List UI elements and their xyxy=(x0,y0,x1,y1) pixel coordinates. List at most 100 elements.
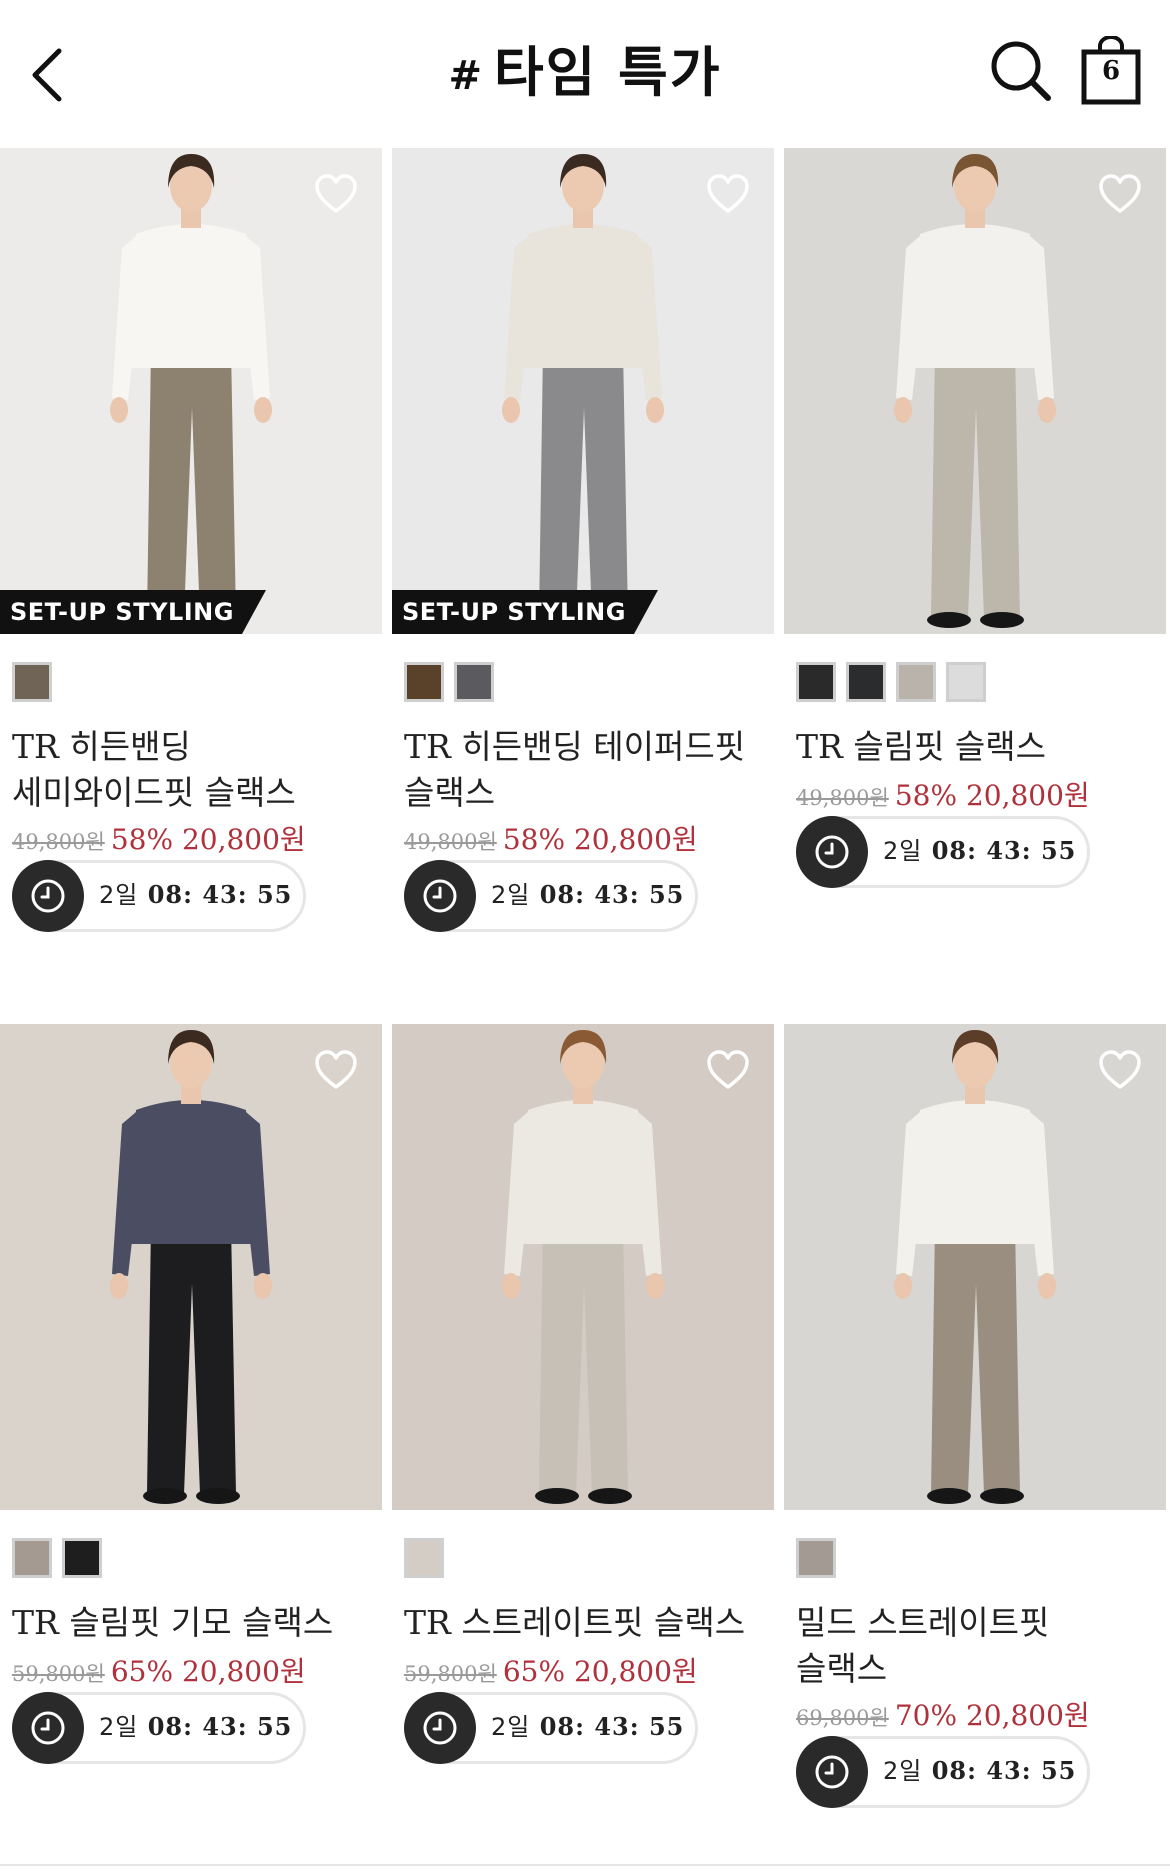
model-photo xyxy=(392,148,774,634)
heart-icon[interactable] xyxy=(706,1050,750,1090)
product-card[interactable]: SET-UP STYLING TR 히든밴딩 세미와이드핏 슬랙스 49,800원… xyxy=(0,148,382,932)
model-photo xyxy=(784,1024,1166,1510)
color-swatches xyxy=(12,662,52,702)
timer-days: 2일 xyxy=(99,1713,139,1741)
name-line-1: 히든밴딩 테이퍼드핏 xyxy=(450,727,746,766)
original-price: 49,800원 xyxy=(12,830,105,854)
product-name[interactable]: TR 슬림핏 슬랙스 xyxy=(796,724,1166,770)
color-swatch[interactable] xyxy=(12,662,52,702)
price-row: 49,800원 58% 20,800원 xyxy=(404,818,698,858)
clock-icon xyxy=(796,816,868,888)
color-swatch[interactable] xyxy=(796,662,836,702)
badge-label: SET-UP STYLING xyxy=(392,590,634,634)
name-prefix: TR xyxy=(404,1603,451,1642)
color-swatches xyxy=(796,1538,836,1578)
color-swatches xyxy=(796,662,986,702)
name-line-2: 슬랙스 xyxy=(404,773,496,812)
countdown-timer: 2일 08: 43: 55 xyxy=(404,1692,698,1764)
color-swatch[interactable] xyxy=(896,662,936,702)
product-card[interactable]: TR 슬림핏 슬랙스 49,800원 58% 20,800원 2일 08: 43:… xyxy=(784,148,1166,888)
discount-rate: 65% xyxy=(502,1655,566,1688)
title-text: 타임 특가 xyxy=(493,41,722,104)
product-name[interactable]: 밀드 스트레이트핏 슬랙스 xyxy=(796,1600,1166,1692)
discount-rate: 58% xyxy=(110,823,174,856)
heart-icon[interactable] xyxy=(314,174,358,214)
countdown-timer: 2일 08: 43: 55 xyxy=(404,860,698,932)
original-price: 59,800원 xyxy=(404,1662,497,1686)
color-swatch[interactable] xyxy=(12,1538,52,1578)
timer-days: 2일 xyxy=(883,1757,923,1785)
price-row: 49,800원 58% 20,800원 xyxy=(796,774,1090,814)
color-swatch[interactable] xyxy=(62,1538,102,1578)
color-swatch[interactable] xyxy=(796,1538,836,1578)
price-row: 59,800원 65% 20,800원 xyxy=(12,1650,306,1690)
clock-icon xyxy=(404,860,476,932)
color-swatch[interactable] xyxy=(454,662,494,702)
original-price: 69,800원 xyxy=(796,1706,889,1730)
name-line-1: 슬림핏 기모 슬랙스 xyxy=(58,1603,334,1642)
heart-icon[interactable] xyxy=(1098,1050,1142,1090)
product-name[interactable]: TR 스트레이트핏 슬랙스 xyxy=(404,1600,774,1646)
timer-time: 08: 43: 55 xyxy=(539,880,685,909)
product-card[interactable]: TR 스트레이트핏 슬랙스 59,800원 65% 20,800원 2일 08: … xyxy=(392,1024,774,1764)
sale-price: 20,800원 xyxy=(181,1655,306,1688)
sale-price: 20,800원 xyxy=(573,1655,698,1688)
timer-time: 08: 43: 55 xyxy=(147,880,293,909)
product-image[interactable] xyxy=(784,1024,1166,1510)
clock-icon xyxy=(12,860,84,932)
heart-icon[interactable] xyxy=(706,174,750,214)
sale-price: 20,800원 xyxy=(965,1699,1090,1732)
product-image[interactable]: SET-UP STYLING xyxy=(392,148,774,634)
color-swatch[interactable] xyxy=(404,1538,444,1578)
clock-icon xyxy=(796,1736,868,1808)
heart-icon[interactable] xyxy=(1098,174,1142,214)
timer-days: 2일 xyxy=(491,1713,531,1741)
product-image[interactable]: SET-UP STYLING xyxy=(0,148,382,634)
price-row: 69,800원 70% 20,800원 xyxy=(796,1694,1090,1734)
product-image[interactable] xyxy=(784,148,1166,634)
color-swatch[interactable] xyxy=(946,662,986,702)
timer-days: 2일 xyxy=(883,837,923,865)
timer-time: 08: 43: 55 xyxy=(931,836,1077,865)
model-photo xyxy=(784,148,1166,634)
price-row: 59,800원 65% 20,800원 xyxy=(404,1650,698,1690)
heart-icon[interactable] xyxy=(314,1050,358,1090)
product-name[interactable]: TR 히든밴딩 세미와이드핏 슬랙스 xyxy=(12,724,382,816)
timer-days: 2일 xyxy=(99,881,139,909)
product-image[interactable] xyxy=(392,1024,774,1510)
color-swatches xyxy=(12,1538,102,1578)
name-line-1: 슬림핏 슬랙스 xyxy=(842,727,1046,766)
model-photo xyxy=(392,1024,774,1510)
color-swatches xyxy=(404,1538,444,1578)
product-name[interactable]: TR 히든밴딩 테이퍼드핏 슬랙스 xyxy=(404,724,774,816)
search-button[interactable] xyxy=(986,36,1056,106)
name-prefix: TR xyxy=(12,727,59,766)
discount-rate: 65% xyxy=(110,1655,174,1688)
badge-label: SET-UP STYLING xyxy=(0,590,242,634)
product-card[interactable]: TR 슬림핏 기모 슬랙스 59,800원 65% 20,800원 2일 08: … xyxy=(0,1024,382,1764)
clock-icon xyxy=(12,1692,84,1764)
countdown-timer: 2일 08: 43: 55 xyxy=(796,816,1090,888)
name-prefix: TR xyxy=(12,1603,59,1642)
clock-icon xyxy=(404,1692,476,1764)
cart-button[interactable]: 6 xyxy=(1080,36,1142,106)
product-name[interactable]: TR 슬림핏 기모 슬랙스 xyxy=(12,1600,382,1646)
original-price: 49,800원 xyxy=(404,830,497,854)
price-row: 49,800원 58% 20,800원 xyxy=(12,818,306,858)
timer-days: 2일 xyxy=(491,881,531,909)
product-image[interactable] xyxy=(0,1024,382,1510)
title-hash: # xyxy=(448,53,484,100)
name-line-1: 밀드 스트레이트핏 xyxy=(796,1603,1050,1642)
discount-rate: 58% xyxy=(894,779,958,812)
product-card[interactable]: 밀드 스트레이트핏 슬랙스 69,800원 70% 20,800원 2일 08: 4… xyxy=(784,1024,1166,1808)
cart-count-badge: 6 xyxy=(1101,56,1121,86)
timer-time: 08: 43: 55 xyxy=(931,1756,1077,1785)
name-line-1: 스트레이트핏 슬랙스 xyxy=(450,1603,746,1642)
color-swatch[interactable] xyxy=(846,662,886,702)
original-price: 49,800원 xyxy=(796,786,889,810)
product-card[interactable]: SET-UP STYLING TR 히든밴딩 테이퍼드핏 슬랙스 49,800원 5… xyxy=(392,148,774,932)
top-bar: # 타임 특가 6 xyxy=(0,0,1170,148)
color-swatch[interactable] xyxy=(404,662,444,702)
model-photo xyxy=(0,1024,382,1510)
name-line-2: 세미와이드핏 슬랙스 xyxy=(12,773,296,812)
